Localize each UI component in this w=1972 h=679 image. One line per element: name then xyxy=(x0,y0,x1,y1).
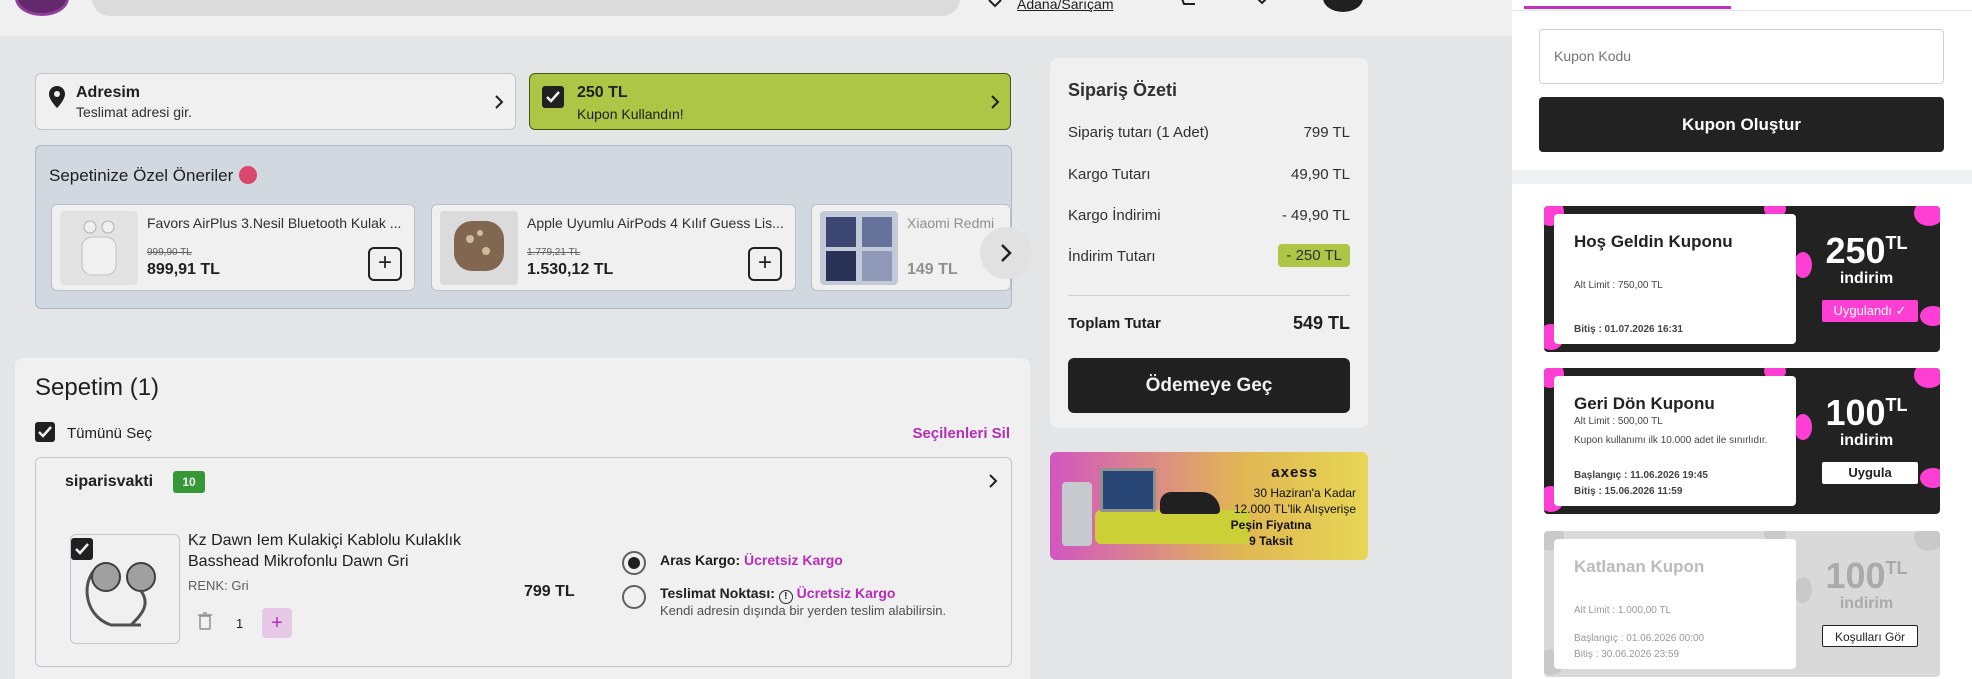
coupon-start: Başlangıç : 11.06.2026 19:45 xyxy=(1574,470,1708,481)
coupon-body: Geri Dön Kuponu Alt Limit : 500,00 TL Ku… xyxy=(1554,376,1796,506)
coupon-amount-unit: TL xyxy=(1885,395,1908,415)
coupon-start: Başlangıç : 01.06.2026 00:00 xyxy=(1574,633,1705,644)
coupon-card: Katlanan Kupon Alt Limit : 1.000,00 TL B… xyxy=(1544,531,1940,677)
coupon-limit: Alt Limit : 750,00 TL xyxy=(1574,280,1663,291)
decor-dot xyxy=(1920,468,1940,488)
coupon-body: Katlanan Kupon Alt Limit : 1.000,00 TL B… xyxy=(1554,539,1796,669)
coupon-end: Bitiş : 15.06.2026 11:59 xyxy=(1574,486,1683,497)
create-coupon-button[interactable]: Kupon Oluştur xyxy=(1539,97,1944,152)
decor-dot xyxy=(1920,306,1940,326)
coupon-amount: 250TL xyxy=(1809,230,1924,272)
coupon-limit: Alt Limit : 1.000,00 TL xyxy=(1574,605,1672,616)
coupon-name: Hoş Geldin Kuponu xyxy=(1574,232,1733,251)
coupon-amount: 100TL xyxy=(1809,392,1924,434)
decor-dot xyxy=(1914,368,1940,388)
coupon-card: Geri Dön Kuponu Alt Limit : 500,00 TL Ku… xyxy=(1544,368,1940,514)
coupon-note: Kupon kullanımı ilk 10.000 adet ile sını… xyxy=(1574,435,1768,446)
coupon-amount-number: 100 xyxy=(1825,392,1886,433)
side-tabs xyxy=(1512,0,1972,11)
modal-overlay[interactable] xyxy=(0,0,1512,679)
coupon-amount-unit: TL xyxy=(1885,558,1908,578)
coupon-end: Bitiş : 01.07.2026 16:31 xyxy=(1574,324,1683,335)
coupon-discount-label: indirim xyxy=(1839,595,1894,612)
cart-page: Adana/Sarıçam Adresim Teslimat adresi gi… xyxy=(0,0,1512,679)
decor-dot xyxy=(1914,206,1940,226)
coupon-body: Hoş Geldin Kuponu Alt Limit : 750,00 TL … xyxy=(1554,214,1796,344)
coupon-limit: Alt Limit : 500,00 TL xyxy=(1574,416,1663,427)
coupon-name: Geri Dön Kuponu xyxy=(1574,394,1715,413)
coupon-terms-button[interactable]: Koşulları Gör xyxy=(1822,625,1918,647)
coupon-code-input[interactable] xyxy=(1539,29,1944,84)
coupon-amount-unit: TL xyxy=(1885,233,1908,253)
decor-dot xyxy=(1914,531,1940,551)
active-tab-indicator xyxy=(1524,6,1731,9)
coupon-side-panel: Kupon Oluştur Hoş Geldin Kuponu Alt Limi… xyxy=(1512,0,1972,679)
coupon-card: Hoş Geldin Kuponu Alt Limit : 750,00 TL … xyxy=(1544,206,1940,352)
coupon-end: Bitiş : 30.06.2026 23:59 xyxy=(1574,649,1680,660)
coupon-amount-number: 250 xyxy=(1825,230,1886,271)
coupon-discount-label: indirim xyxy=(1839,432,1894,449)
apply-coupon-button[interactable]: Uygula xyxy=(1822,462,1918,484)
coupon-discount-label: indirim xyxy=(1839,270,1894,287)
coupon-amount-number: 100 xyxy=(1825,555,1886,596)
divider xyxy=(1512,170,1972,184)
coupon-applied-button[interactable]: Uygulandı ✓ xyxy=(1822,300,1918,322)
coupon-name: Katlanan Kupon xyxy=(1574,557,1705,576)
coupon-amount: 100TL xyxy=(1809,555,1924,597)
